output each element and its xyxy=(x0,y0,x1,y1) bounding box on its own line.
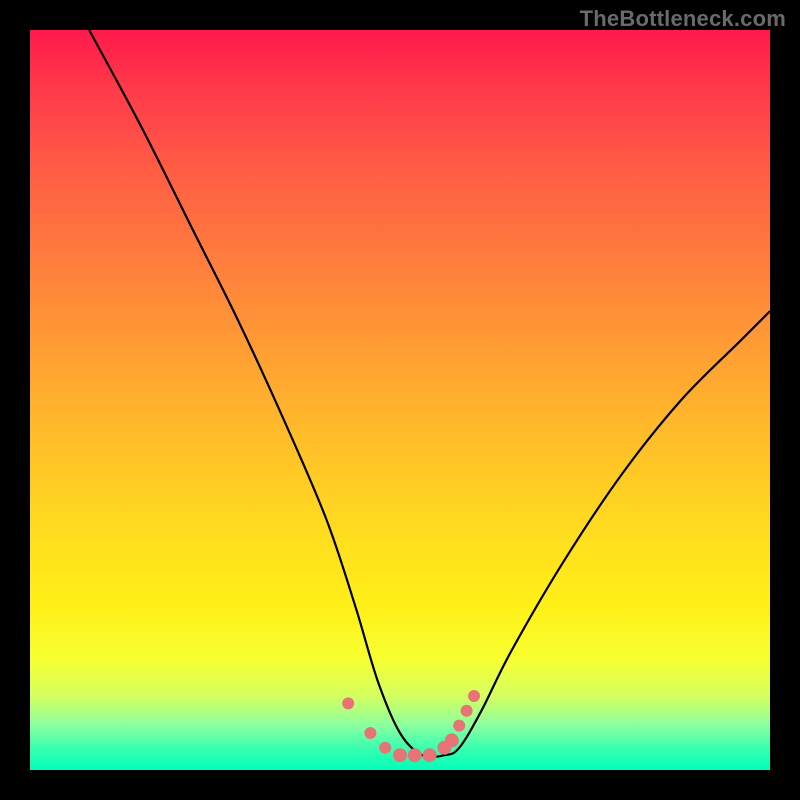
marker-dot xyxy=(453,720,465,732)
marker-dot xyxy=(342,697,354,709)
marker-dot xyxy=(393,748,407,762)
marker-dot xyxy=(379,742,391,754)
marker-dot xyxy=(423,748,437,762)
marker-dot xyxy=(364,727,376,739)
marker-dot xyxy=(408,748,422,762)
marker-group xyxy=(342,690,480,762)
marker-dot xyxy=(445,733,459,747)
bottleneck-curve xyxy=(89,30,770,757)
curve-svg xyxy=(30,30,770,770)
chart-plot-area xyxy=(30,30,770,770)
marker-dot xyxy=(468,690,480,702)
marker-dot xyxy=(461,705,473,717)
watermark-text: TheBottleneck.com xyxy=(580,6,786,32)
